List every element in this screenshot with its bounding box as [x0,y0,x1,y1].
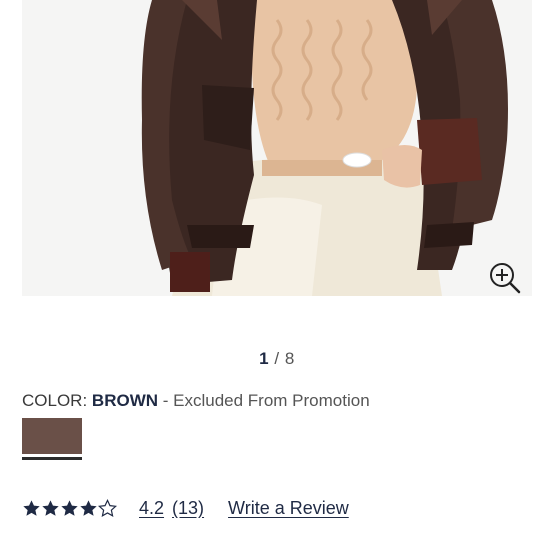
star-icon-empty [98,498,117,517]
star-icon-filled [23,499,40,516]
color-value: BROWN [91,391,159,410]
swatch-fill [22,418,82,454]
color-info: COLOR: BROWN - Excluded From Promotion [22,391,370,411]
star-rating[interactable] [22,498,117,518]
product-photo [22,0,532,296]
rating-value-link[interactable]: 4.2 [139,498,164,519]
product-image[interactable] [22,0,532,296]
review-count-link[interactable]: (13) [172,498,204,519]
zoom-in-icon[interactable] [488,261,522,295]
color-swatch-brown[interactable] [22,418,82,460]
pager-current: 1 [259,349,270,368]
swatch-selected-indicator [22,457,82,460]
star-icon-filled [80,499,97,516]
color-label: COLOR: [22,391,88,410]
write-review-link[interactable]: Write a Review [228,498,349,519]
star-icon-filled [61,499,78,516]
promotion-note: - Excluded From Promotion [158,391,370,410]
product-page: 1 / 8 COLOR: BROWN - Excluded From Promo… [0,0,554,554]
image-pager: 1 / 8 [0,349,554,369]
star-icon-filled [42,499,59,516]
pager-separator: / [274,349,280,368]
rating-row: 4.2 (13) Write a Review [22,496,349,520]
pager-total: 8 [284,349,295,368]
